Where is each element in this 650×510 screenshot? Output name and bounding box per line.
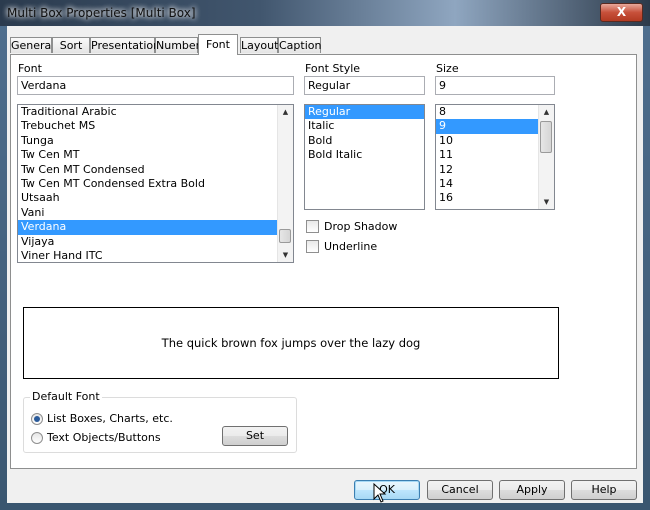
drop-shadow-label[interactable]: Drop Shadow: [324, 220, 397, 233]
size-label: Size: [436, 62, 459, 75]
list-item-selected[interactable]: Regular: [305, 105, 424, 120]
preview-text: The quick brown fox jumps over the lazy …: [161, 336, 421, 350]
scroll-up-icon[interactable]: ▲: [539, 105, 554, 119]
close-button[interactable]: X: [600, 3, 643, 22]
dialog-client: General Sort Presentation Number Font La…: [7, 26, 643, 503]
scroll-thumb[interactable]: [279, 229, 291, 243]
tab-label: Layout: [241, 39, 279, 52]
list-item[interactable]: Trebuchet MS: [18, 119, 293, 133]
tab-label: Caption: [279, 39, 322, 52]
scroll-up-icon[interactable]: ▲: [278, 105, 293, 119]
tab-label: Sort: [59, 39, 83, 52]
scroll-down-icon[interactable]: ▼: [539, 195, 554, 209]
radio-text-objects-buttons[interactable]: [31, 432, 43, 444]
tab-label: Number: [156, 39, 201, 52]
tab-presentation[interactable]: Presentation: [90, 37, 160, 53]
list-item[interactable]: Italic: [305, 119, 424, 133]
font-list-scrollbar[interactable]: ▲ ▼: [277, 105, 293, 262]
ok-button[interactable]: OK: [354, 480, 420, 500]
close-icon: X: [616, 5, 627, 19]
tab-sort[interactable]: Sort: [52, 37, 90, 53]
tab-general[interactable]: General: [10, 37, 55, 53]
scroll-thumb[interactable]: [540, 121, 552, 153]
font-style-label: Font Style: [305, 62, 361, 75]
font-style-list[interactable]: Regular Italic Bold Bold Italic: [304, 104, 425, 210]
font-list[interactable]: Traditional Arabic Trebuchet MS Tunga Tw…: [17, 104, 294, 263]
list-item[interactable]: Tw Cen MT: [18, 148, 293, 162]
list-item[interactable]: Tw Cen MT Condensed: [18, 163, 293, 177]
list-item[interactable]: 8: [436, 105, 539, 119]
tab-label: General: [11, 39, 55, 52]
underline-label[interactable]: Underline: [324, 240, 377, 253]
list-item-selected[interactable]: 9: [436, 119, 539, 134]
size-input[interactable]: 9: [435, 76, 555, 95]
underline-checkbox[interactable]: [306, 240, 319, 253]
cancel-button[interactable]: Cancel: [427, 480, 493, 500]
apply-button[interactable]: Apply: [499, 480, 565, 500]
list-item[interactable]: Tunga: [18, 134, 293, 148]
size-list[interactable]: 8 9 10 11 12 14 16 ▲ ▼: [435, 104, 555, 210]
list-item[interactable]: Vani: [18, 206, 293, 220]
mouse-cursor-icon: [373, 483, 387, 503]
font-name-input[interactable]: Verdana: [17, 76, 294, 95]
default-font-group: Default Font List Boxes, Charts, etc. Te…: [23, 390, 297, 453]
tab-layout[interactable]: Layout: [240, 37, 278, 53]
help-button[interactable]: Help: [571, 480, 637, 500]
radio-label[interactable]: Text Objects/Buttons: [47, 431, 161, 444]
default-font-label: Default Font: [30, 390, 102, 403]
tab-label: Font: [206, 38, 230, 51]
list-item[interactable]: Viner Hand ITC: [18, 249, 293, 262]
list-item[interactable]: Traditional Arabic: [18, 105, 293, 119]
radio-list-boxes-charts[interactable]: [31, 413, 43, 425]
list-item[interactable]: 10: [436, 134, 539, 148]
font-style-input[interactable]: Regular: [304, 76, 425, 95]
radio-label[interactable]: List Boxes, Charts, etc.: [47, 412, 173, 425]
drop-shadow-checkbox[interactable]: [306, 220, 319, 233]
list-item[interactable]: 11: [436, 148, 539, 162]
list-item-selected[interactable]: Verdana: [18, 220, 293, 235]
dialog-window: Multi Box Properties [Multi Box] X Gener…: [0, 0, 650, 510]
tab-font[interactable]: Font: [198, 34, 238, 55]
tab-label: Presentation: [91, 39, 161, 52]
set-button[interactable]: Set: [222, 426, 288, 446]
list-item[interactable]: Bold Italic: [305, 148, 424, 162]
font-preview-box: The quick brown fox jumps over the lazy …: [23, 307, 559, 379]
title-bar[interactable]: Multi Box Properties [Multi Box] X: [0, 0, 650, 26]
font-label: Font: [18, 62, 42, 75]
font-tab-panel: Font Verdana Traditional Arabic Trebuche…: [10, 54, 637, 469]
scroll-down-icon[interactable]: ▼: [278, 248, 293, 262]
list-item[interactable]: 14: [436, 177, 539, 191]
size-list-scrollbar[interactable]: ▲ ▼: [538, 105, 554, 209]
list-item[interactable]: Vijaya: [18, 235, 293, 249]
list-item[interactable]: 12: [436, 163, 539, 177]
list-item[interactable]: Bold: [305, 134, 424, 148]
tab-number[interactable]: Number: [155, 37, 201, 53]
list-item[interactable]: Utsaah: [18, 191, 293, 205]
tab-caption[interactable]: Caption: [278, 37, 321, 53]
list-item[interactable]: Tw Cen MT Condensed Extra Bold: [18, 177, 293, 191]
window-title: Multi Box Properties [Multi Box]: [7, 6, 196, 20]
list-item[interactable]: 16: [436, 191, 539, 205]
